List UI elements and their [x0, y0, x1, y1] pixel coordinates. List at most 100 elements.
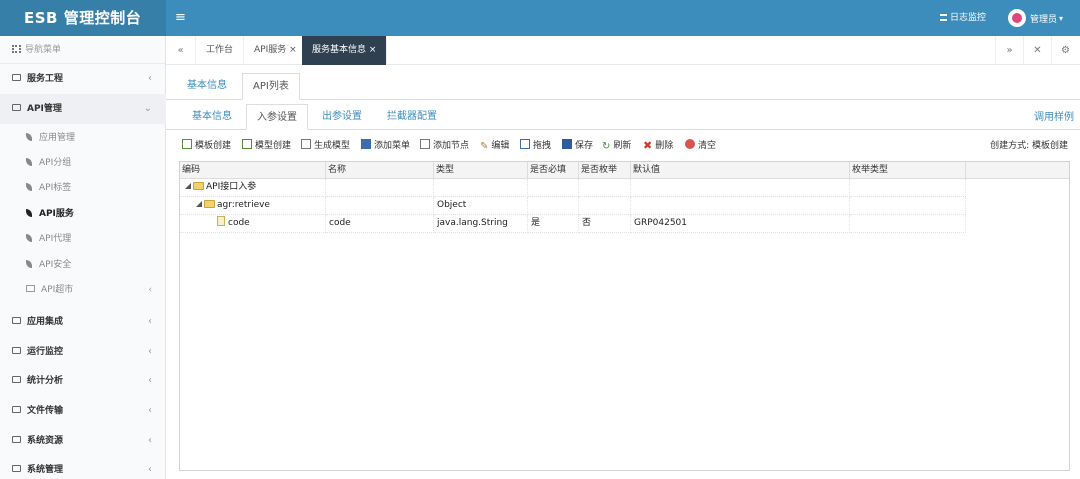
sidebar-subitem-api-group[interactable]: API分组	[0, 151, 166, 176]
chevron-left-icon: ‹	[148, 405, 152, 416]
add-menu-button[interactable]: 添加菜单	[361, 138, 410, 154]
sidebar-item-system-management[interactable]: 系统管理 ‹	[0, 455, 166, 479]
chevron-left-icon: ‹	[148, 435, 152, 446]
table-row[interactable]: API接口入参	[180, 179, 966, 197]
log-monitor-label: 日志监控	[950, 13, 987, 23]
col-header-enum-type[interactable]: 枚举类型	[850, 162, 966, 179]
cell-required	[528, 197, 579, 215]
leaf-icon	[26, 183, 32, 191]
cell-enum-type	[850, 215, 966, 233]
folder-icon	[12, 104, 21, 111]
sidebar-subitem-api-market[interactable]: API超市 ‹	[0, 278, 166, 303]
delete-icon: ✖	[643, 139, 653, 152]
tabs-scroll-left-button[interactable]: «	[166, 36, 196, 65]
leaf-icon	[26, 133, 32, 141]
leaf-icon	[26, 209, 32, 217]
col-header-type[interactable]: 类型	[434, 162, 528, 179]
sidebar-item-statistics[interactable]: 统计分析 ‹	[0, 366, 166, 396]
tab-workbench[interactable]: 工作台	[196, 36, 245, 65]
cell-required: 是	[528, 215, 579, 233]
folder-icon	[26, 285, 35, 292]
sidebar-subitem-api-security[interactable]: API安全	[0, 253, 166, 278]
cell-code: code	[180, 215, 326, 233]
close-icon[interactable]: ×	[289, 45, 297, 55]
chevron-down-icon: ⌄	[143, 103, 152, 114]
chevron-left-icon: ‹	[148, 375, 152, 386]
cell-default: GRP042501	[631, 215, 850, 233]
expand-toggle-icon[interactable]	[185, 183, 191, 189]
cell-default	[631, 197, 850, 215]
close-icon[interactable]: ×	[369, 45, 377, 55]
edit-button[interactable]: ✎ 编辑	[480, 138, 509, 154]
folder-icon	[12, 376, 21, 383]
expand-toggle-icon[interactable]	[196, 201, 202, 207]
fullscreen-icon[interactable]: ✕	[1023, 36, 1051, 65]
caret-down-icon: ▾	[1059, 13, 1064, 23]
pencil-icon: ✎	[480, 141, 489, 152]
col-header-name[interactable]: 名称	[326, 162, 434, 179]
cell-enum-type	[850, 197, 966, 215]
template-create-button[interactable]: 模板创建	[182, 138, 231, 154]
add-node-button[interactable]: 添加节点	[420, 138, 469, 154]
sidebar-item-file-transfer[interactable]: 文件传输 ‹	[0, 396, 166, 426]
call-sample-link[interactable]: 调用样例	[1034, 108, 1074, 123]
sidebar-item-runtime-monitor[interactable]: 运行监控 ‹	[0, 337, 166, 367]
subtab-input-params[interactable]: 入参设置	[246, 104, 308, 130]
folder-icon	[12, 347, 21, 354]
clear-button[interactable]: 清空	[685, 138, 716, 154]
generate-model-button[interactable]: 生成模型	[301, 138, 350, 154]
clear-icon	[685, 139, 695, 149]
sidebar: 导航菜单 服务工程 ‹ API管理 ⌄ 应用管理 API分组 API标签 API服务…	[0, 36, 166, 479]
col-header-enum[interactable]: 是否枚举	[579, 162, 631, 179]
delete-button[interactable]: ✖ 删除	[643, 138, 673, 154]
table-row[interactable]: code code java.lang.String 是 否 GRP042501	[180, 215, 966, 233]
chevron-left-icon: ‹	[148, 285, 152, 295]
folder-icon	[12, 406, 21, 413]
sidebar-subitem-api-tag[interactable]: API标签	[0, 176, 166, 201]
grid-header: 编码 名称 类型 是否必填 是否枚举 默认值 枚举类型	[180, 162, 1069, 179]
leaf-icon	[26, 234, 32, 242]
create-mode: 创建方式: 模板创建	[990, 141, 1068, 151]
user-menu[interactable]: 管理员 ▾	[1008, 9, 1063, 27]
sidebar-item-app-integration[interactable]: 应用集成 ‹	[0, 307, 166, 337]
cell-code: API接口入参	[180, 179, 326, 197]
tab-service-basic-info[interactable]: 服务基本信息 ×	[302, 36, 388, 65]
col-header-default[interactable]: 默认值	[631, 162, 850, 179]
tab-api-list[interactable]: API列表	[242, 73, 300, 100]
gear-icon[interactable]: ⚙	[1051, 36, 1079, 65]
sidebar-subitem-api-service[interactable]: API服务	[0, 202, 166, 227]
save-button[interactable]: 保存	[562, 138, 593, 154]
folder-icon	[12, 317, 21, 324]
subtab-output-params[interactable]: 出参设置	[312, 104, 372, 130]
col-header-required[interactable]: 是否必填	[528, 162, 579, 179]
table-row[interactable]: agr:retrieve Object	[180, 197, 966, 215]
log-monitor-link[interactable]: 日志监控	[940, 0, 986, 36]
main-content: 基本信息 API列表 基本信息 入参设置 出参设置 拦截器配置 调用样例 模板创…	[166, 65, 1080, 479]
avatar	[1008, 9, 1026, 27]
drag-button[interactable]: 拖拽	[520, 138, 551, 154]
subtab-interceptor-config[interactable]: 拦截器配置	[377, 104, 447, 130]
sidebar-subitem-app-management[interactable]: 应用管理	[0, 126, 166, 151]
top-tabs: 基本信息 API列表	[166, 65, 1080, 100]
param-tree-grid: 编码 名称 类型 是否必填 是否枚举 默认值 枚举类型 API接口入参 agr:…	[179, 161, 1070, 471]
sidebar-item-service-project[interactable]: 服务工程 ‹	[0, 64, 166, 94]
cell-default	[631, 179, 850, 197]
tab-api-service[interactable]: API服务 ×	[244, 36, 308, 65]
col-header-code[interactable]: 编码	[180, 162, 326, 179]
subtab-basic-info[interactable]: 基本信息	[182, 104, 242, 130]
refresh-button[interactable]: ↻ 刷新	[602, 138, 631, 154]
drag-icon	[520, 139, 530, 149]
tab-basic-info[interactable]: 基本信息	[177, 73, 237, 100]
tabs-scroll-right-button[interactable]: »	[995, 36, 1023, 65]
folder-icon	[12, 465, 21, 472]
add-node-icon	[420, 139, 430, 149]
cell-enum	[579, 179, 631, 197]
menu-toggle-button[interactable]: ≡	[175, 0, 186, 36]
refresh-icon: ↻	[602, 141, 611, 152]
nav-title: 导航菜单	[0, 36, 165, 64]
cell-type	[434, 179, 528, 197]
sidebar-item-system-resources[interactable]: 系统资源 ‹	[0, 426, 166, 456]
model-create-button[interactable]: 模型创建	[242, 138, 291, 154]
sidebar-item-api-management[interactable]: API管理 ⌄	[0, 94, 166, 124]
sidebar-subitem-api-proxy[interactable]: API代理	[0, 227, 166, 252]
